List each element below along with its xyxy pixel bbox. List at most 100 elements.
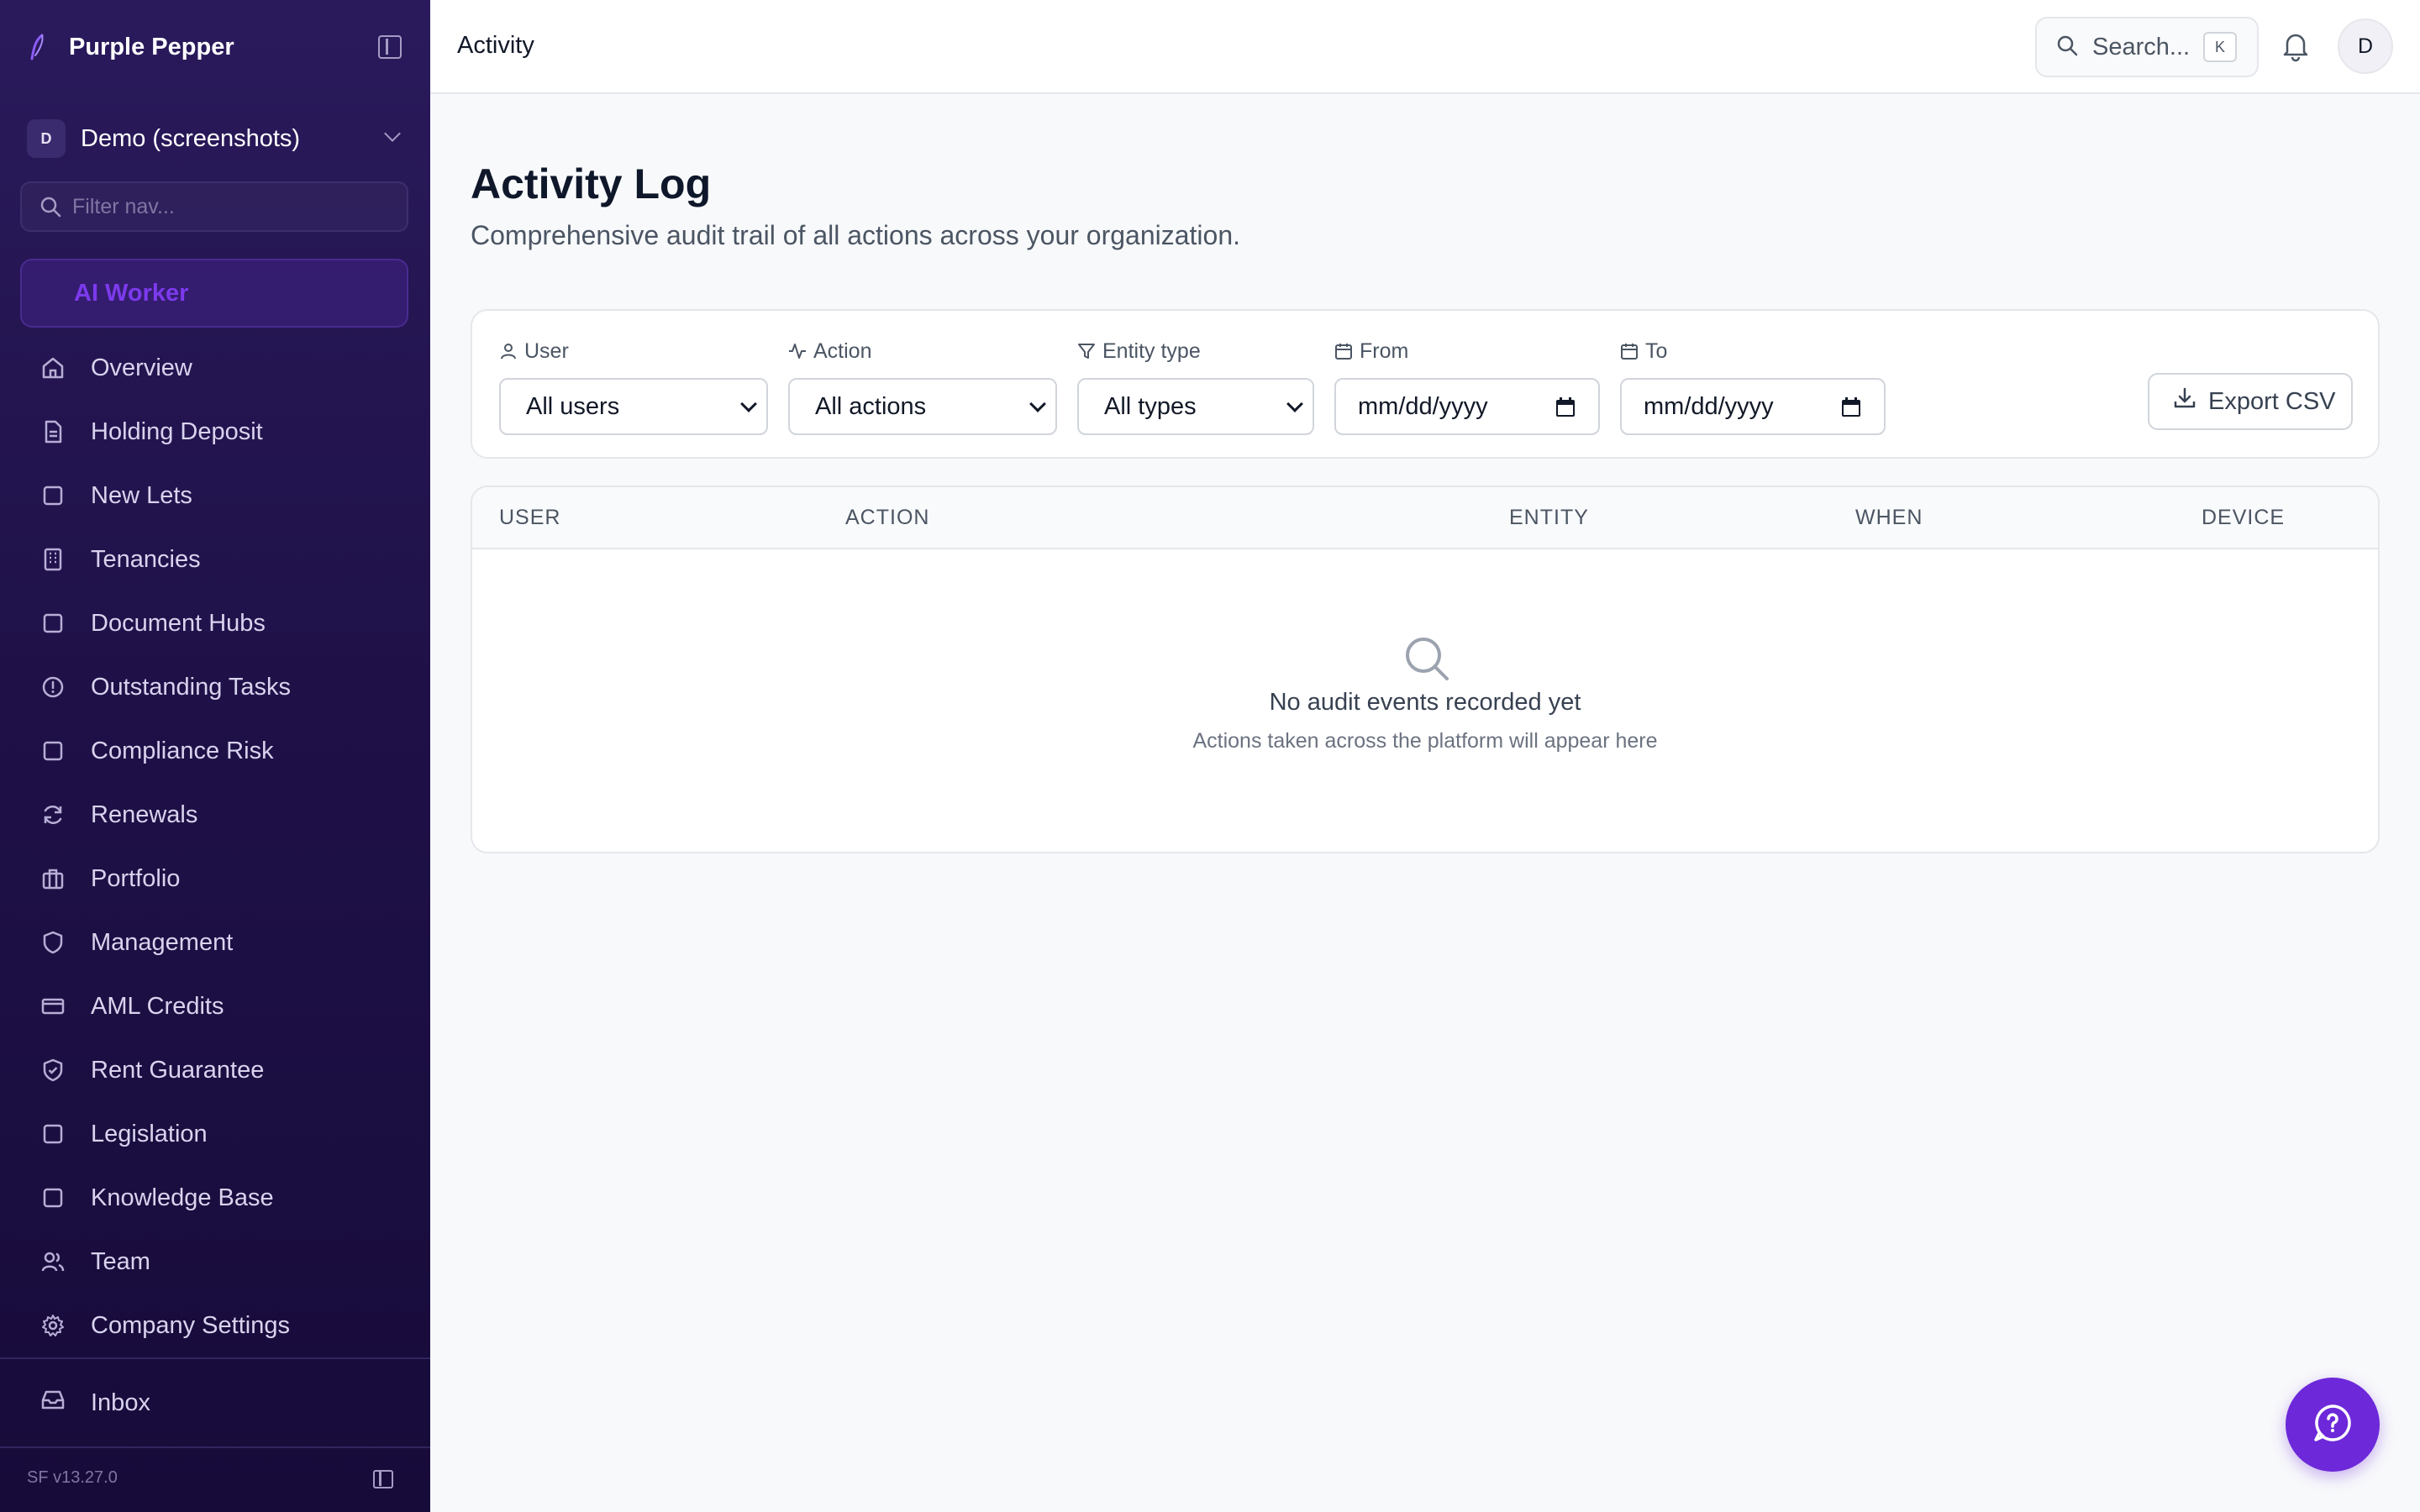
ai-worker-button[interactable]: AI Worker — [20, 259, 408, 328]
sidebar-item-tenancies[interactable]: Tenancies — [20, 528, 408, 591]
building-icon — [40, 547, 66, 572]
to-date-input[interactable]: mm/dd/yyyy — [1620, 378, 1886, 435]
sidebar-item-label: Renewals — [91, 801, 198, 828]
search-icon — [1402, 633, 1452, 684]
panel-toggle-icon[interactable] — [373, 1470, 393, 1488]
square-icon — [40, 738, 66, 764]
user-filter-label: User — [524, 339, 569, 363]
activity-icon — [788, 342, 807, 360]
breadcrumb: Activity — [457, 32, 534, 59]
sidebar-item-inbox[interactable]: Inbox — [20, 1371, 408, 1435]
user-icon — [499, 342, 518, 360]
chevron-down-icon — [740, 396, 757, 412]
sidebar-item-label: Knowledge Base — [91, 1184, 274, 1211]
bell-icon[interactable] — [2279, 29, 2312, 62]
sidebar-item-portfolio[interactable]: Portfolio — [20, 847, 408, 911]
user-select[interactable]: All users — [499, 378, 768, 435]
brand: Purple Pepper — [27, 27, 405, 67]
sidebar-item-aml-credits[interactable]: AML Credits — [20, 974, 408, 1038]
to-date-filter: To mm/dd/yyyy — [1620, 338, 1886, 435]
calendar-icon — [1620, 342, 1639, 360]
column-header-when: WHEN — [1855, 506, 1923, 529]
entity-type-filter: Entity type All types — [1077, 338, 1314, 435]
page-title: Activity Log — [471, 160, 712, 207]
org-switcher[interactable]: D Demo (screenshots) — [27, 118, 405, 160]
from-date-label: From — [1360, 339, 1409, 363]
sidebar-item-renewals[interactable]: Renewals — [20, 783, 408, 847]
entity-type-select[interactable]: All types — [1077, 378, 1314, 435]
credit-card-icon — [40, 994, 66, 1019]
empty-state: No audit events recorded yet Actions tak… — [472, 549, 2378, 852]
sidebar-item-label: Team — [91, 1247, 150, 1275]
inbox-icon — [40, 1387, 66, 1419]
action-filter: Action All actions — [788, 338, 1057, 435]
sidebar-item-rent-guarantee[interactable]: Rent Guarantee — [20, 1038, 408, 1102]
pepper-logo-icon — [27, 34, 50, 60]
user-select-value: All users — [526, 392, 620, 420]
action-select[interactable]: All actions — [788, 378, 1057, 435]
from-date-value: mm/dd/yyyy — [1358, 392, 1488, 420]
help-chat-button[interactable] — [2286, 1378, 2380, 1472]
search-icon — [2055, 34, 2079, 61]
export-csv-label: Export CSV — [2208, 387, 2336, 415]
column-header-user: USER — [499, 506, 561, 529]
calendar-icon — [1334, 342, 1353, 360]
sidebar-item-document-hubs[interactable]: Document Hubs — [20, 591, 408, 655]
sidebar-divider — [0, 1357, 430, 1359]
sidebar-nav: Overview Holding Deposit New Lets Tenanc… — [20, 336, 408, 1357]
sidebar-item-holding-deposit[interactable]: Holding Deposit — [20, 400, 408, 464]
sidebar-item-label: Compliance Risk — [91, 737, 274, 764]
sidebar-item-new-lets[interactable]: New Lets — [20, 464, 408, 528]
users-icon — [40, 1249, 66, 1274]
sidebar-item-outstanding-tasks[interactable]: Outstanding Tasks — [20, 655, 408, 719]
sidebar-item-label: Rent Guarantee — [91, 1056, 265, 1084]
square-icon — [40, 483, 66, 508]
help-chat-icon — [2311, 1401, 2354, 1449]
export-csv-button[interactable]: Export CSV — [2148, 373, 2353, 430]
nav-filter[interactable] — [20, 181, 408, 232]
avatar[interactable]: D — [2338, 18, 2393, 74]
shield-check-icon — [40, 1058, 66, 1083]
org-badge: D — [27, 119, 66, 158]
filter-bar: User All users Action All actions Entity… — [471, 309, 2380, 459]
sidebar-divider — [0, 1446, 430, 1448]
sidebar-item-label: AML Credits — [91, 992, 224, 1020]
sidebar-item-label: Portfolio — [91, 864, 181, 892]
global-search-button[interactable]: Search... K — [2035, 17, 2259, 77]
calendar-icon[interactable] — [1840, 396, 1862, 418]
column-header-action: ACTION — [845, 506, 930, 529]
nav-filter-input[interactable] — [72, 194, 392, 219]
table-header: USER ACTION ENTITY WHEN DEVICE — [472, 487, 2378, 549]
column-header-entity: ENTITY — [1509, 506, 1589, 529]
search-label: Search... — [2092, 33, 2191, 60]
calendar-icon[interactable] — [1555, 396, 1576, 418]
empty-state-title: No audit events recorded yet — [1269, 689, 1581, 716]
shield-icon — [40, 930, 66, 955]
sidebar-item-management[interactable]: Management — [20, 911, 408, 974]
sidebar-item-label: Outstanding Tasks — [91, 673, 292, 701]
download-icon — [2173, 386, 2196, 417]
entity-type-select-value: All types — [1104, 392, 1197, 420]
square-icon — [40, 1121, 66, 1147]
sidebar-item-company-settings[interactable]: Company Settings — [20, 1294, 408, 1357]
from-date-input[interactable]: mm/dd/yyyy — [1334, 378, 1600, 435]
sidebar-item-knowledge-base[interactable]: Knowledge Base — [20, 1166, 408, 1230]
sidebar-item-compliance-risk[interactable]: Compliance Risk — [20, 719, 408, 783]
search-icon — [39, 195, 62, 218]
alert-circle-icon — [40, 675, 66, 700]
square-icon — [40, 611, 66, 636]
filter-icon — [1077, 342, 1096, 360]
sidebar-item-team[interactable]: Team — [20, 1230, 408, 1294]
sidebar-item-label: New Lets — [91, 481, 192, 509]
sidebar-item-overview[interactable]: Overview — [20, 336, 408, 400]
entity-type-filter-label: Entity type — [1102, 339, 1201, 363]
sidebar-item-legislation[interactable]: Legislation — [20, 1102, 408, 1166]
collapse-sidebar-icon[interactable] — [378, 35, 402, 59]
to-date-label: To — [1645, 339, 1668, 363]
empty-state-subtitle: Actions taken across the platform will a… — [1192, 729, 1658, 753]
sidebar-item-label: Inbox — [91, 1389, 150, 1416]
page-subtitle: Comprehensive audit trail of all actions… — [471, 220, 1241, 250]
sidebar-item-label: Company Settings — [91, 1311, 290, 1339]
sidebar-item-label: Legislation — [91, 1120, 208, 1147]
app-name: Purple Pepper — [69, 33, 234, 60]
